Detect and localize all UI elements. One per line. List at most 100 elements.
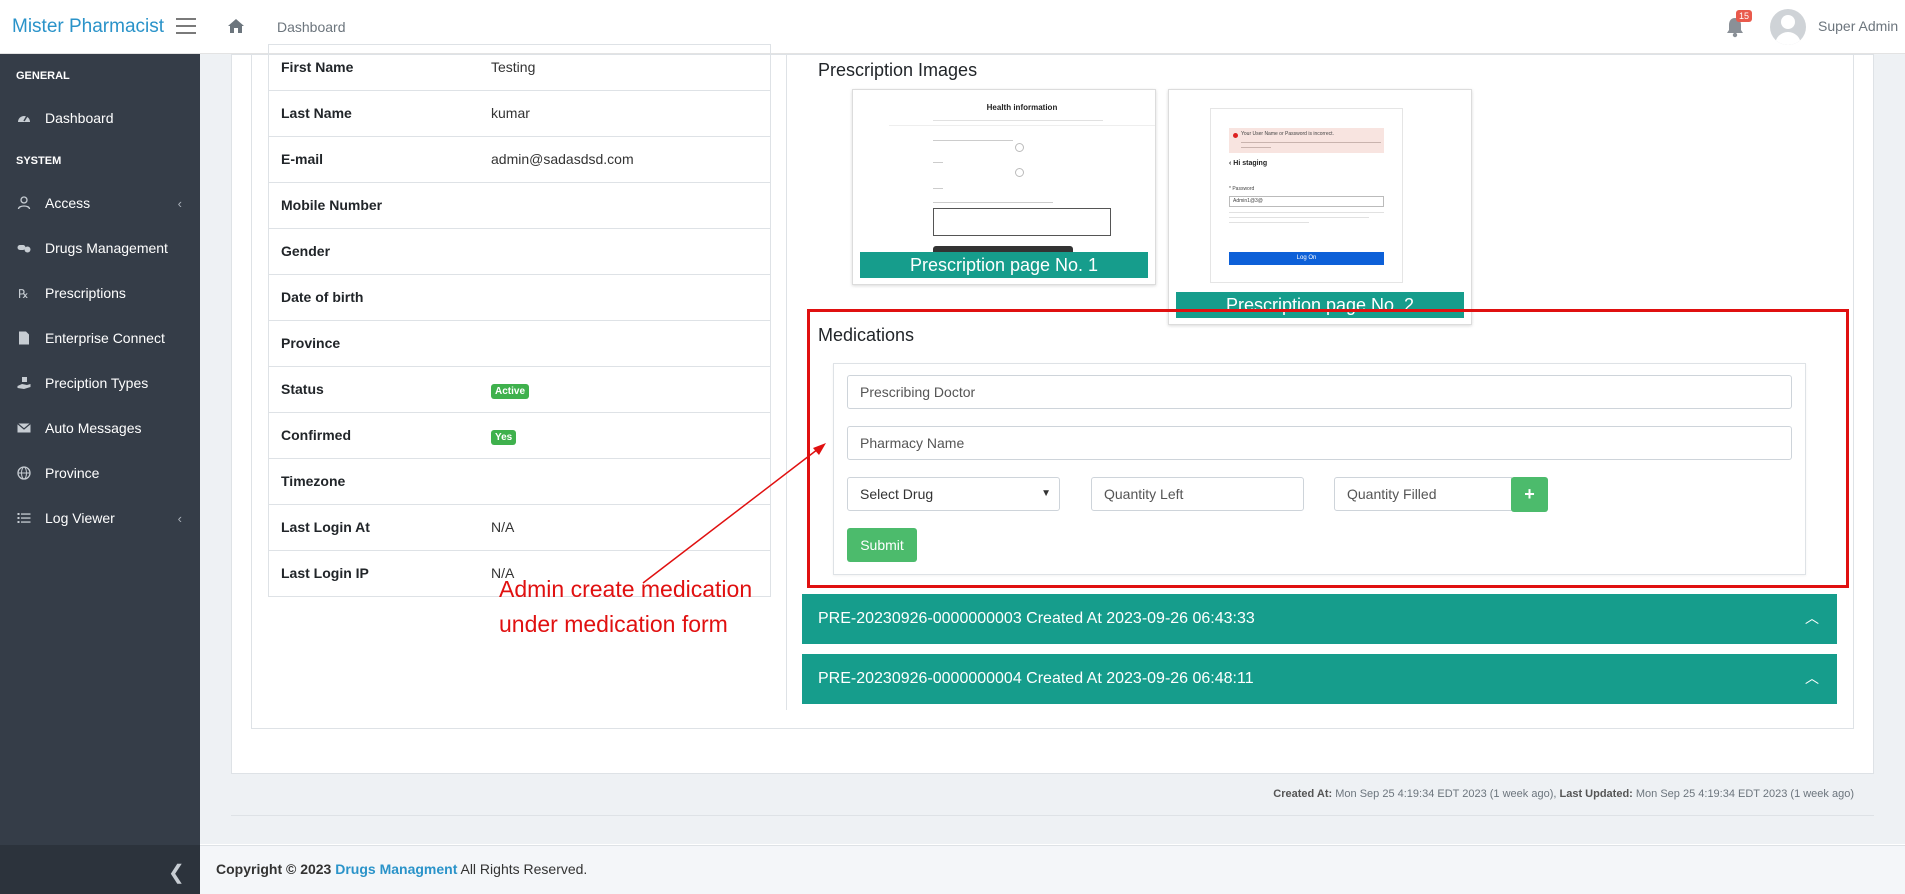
chevron-down-icon: ▼ bbox=[1041, 488, 1051, 499]
user-name[interactable]: Super Admin bbox=[1818, 18, 1898, 34]
quantity-left-input[interactable]: Quantity Left bbox=[1091, 477, 1304, 511]
row-value: N/A bbox=[491, 519, 515, 535]
submit-button[interactable]: Submit bbox=[847, 528, 917, 562]
row-value: admin@sadasdsd.com bbox=[491, 151, 634, 167]
globe-icon bbox=[16, 465, 32, 481]
prescription-accordion-2[interactable]: PRE-20230926-0000000004 Created At 2023-… bbox=[802, 654, 1837, 704]
sidebar-item-province[interactable]: Province bbox=[0, 453, 200, 493]
prescription-images-title: Prescription Images bbox=[818, 60, 978, 80]
thumb-password-value: Admin1@3@ bbox=[1233, 198, 1263, 204]
accordion-title: PRE-20230926-0000000003 Created At 2023-… bbox=[818, 610, 1255, 627]
table-row: Date of birth bbox=[269, 274, 770, 320]
table-row: Timezone bbox=[269, 458, 770, 504]
sidebar: GENERAL Dashboard SYSTEM Access ‹ Drugs … bbox=[0, 54, 200, 894]
brand-logo[interactable]: Mister Pharmacist bbox=[12, 16, 164, 38]
record-timestamps: Created At: Mon Sep 25 4:19:34 EDT 2023 … bbox=[1273, 788, 1854, 800]
copyright-label: Copyright © 2023 bbox=[216, 861, 332, 877]
sidebar-heading-system: SYSTEM bbox=[16, 155, 62, 167]
add-drug-button[interactable]: + bbox=[1511, 477, 1548, 512]
sidebar-item-log-viewer[interactable]: Log Viewer ‹ bbox=[0, 498, 200, 538]
thumb-login-title: ‹ Hi staging bbox=[1229, 160, 1268, 167]
sidebar-item-drugs-management[interactable]: Drugs Management bbox=[0, 228, 200, 268]
medications-title: Medications bbox=[818, 325, 915, 345]
sidebar-item-enterprise-connect[interactable]: Enterprise Connect bbox=[0, 318, 200, 358]
record-meta-bar: Created At: Mon Sep 25 4:19:34 EDT 2023 … bbox=[231, 773, 1874, 815]
table-row: Last Name kumar bbox=[269, 90, 770, 136]
chevron-left-icon: ‹ bbox=[177, 195, 182, 211]
table-row: Gender bbox=[269, 228, 770, 274]
notification-badge: 15 bbox=[1736, 10, 1753, 22]
created-value: Mon Sep 25 4:19:34 EDT 2023 (1 week ago)… bbox=[1335, 788, 1557, 800]
table-row: Status Active bbox=[269, 366, 770, 412]
accordion-title: PRE-20230926-0000000004 Created At 2023-… bbox=[818, 670, 1254, 687]
dashboard-icon bbox=[16, 110, 32, 126]
envelope-icon bbox=[16, 420, 32, 436]
thumb-heading: Health information bbox=[889, 96, 1155, 126]
sidebar-item-label: Prescriptions bbox=[45, 285, 126, 301]
row-label: Last Login IP bbox=[281, 565, 369, 581]
chevron-left-icon: ‹ bbox=[177, 510, 182, 526]
pharmacy-name-input[interactable]: Pharmacy Name bbox=[847, 426, 1792, 460]
prescribing-doctor-input[interactable]: Prescribing Doctor bbox=[847, 375, 1792, 409]
annotation-line-1: Admin create medication bbox=[499, 576, 753, 602]
quantity-filled-input[interactable]: Quantity Filled bbox=[1334, 477, 1512, 511]
prescription-image-2[interactable]: Your User Name or Password is incorrect.… bbox=[1168, 89, 1472, 325]
thumb-logon-button: Log On bbox=[1229, 252, 1384, 265]
row-label: Province bbox=[281, 335, 341, 351]
column-divider bbox=[786, 54, 787, 710]
row-label: E-mail bbox=[281, 151, 324, 167]
row-label: Mobile Number bbox=[281, 197, 383, 213]
chevron-up-icon: ︿ bbox=[1805, 670, 1819, 686]
row-value: kumar bbox=[491, 105, 530, 121]
prescription-accordion-1[interactable]: PRE-20230926-0000000003 Created At 2023-… bbox=[802, 594, 1837, 644]
sidebar-item-prescriptions[interactable]: ℞ Prescriptions bbox=[0, 273, 200, 313]
sidebar-item-label: Dashboard bbox=[45, 110, 114, 126]
avatar[interactable] bbox=[1770, 9, 1806, 45]
sidebar-item-label: Access bbox=[45, 195, 91, 211]
row-label: Confirmed bbox=[281, 427, 351, 443]
sidebar-item-label: Auto Messages bbox=[45, 420, 142, 436]
sidebar-item-preciption-types[interactable]: Preciption Types bbox=[0, 363, 200, 403]
hand-holding-icon bbox=[16, 375, 32, 391]
footer-link[interactable]: Drugs Managment bbox=[335, 861, 457, 877]
list-icon bbox=[16, 510, 32, 526]
footer-suffix: All Rights Reserved. bbox=[460, 861, 588, 877]
sidebar-item-label: Enterprise Connect bbox=[45, 330, 165, 346]
updated-label: Last Updated: bbox=[1559, 788, 1633, 800]
table-row: First Name Testing bbox=[269, 44, 770, 90]
status-badge: Active bbox=[491, 384, 530, 399]
row-value: Testing bbox=[491, 59, 536, 75]
created-label: Created At: bbox=[1273, 788, 1333, 800]
sidebar-item-label: Log Viewer bbox=[45, 510, 115, 526]
row-label: Last Login At bbox=[281, 519, 370, 535]
sidebar-item-label: Drugs Management bbox=[45, 240, 168, 256]
file-icon bbox=[16, 330, 32, 346]
sidebar-item-dashboard[interactable]: Dashboard bbox=[0, 98, 200, 138]
table-row: Confirmed Yes bbox=[269, 412, 770, 458]
table-row: Last Login At N/A bbox=[269, 504, 770, 550]
breadcrumb[interactable]: Dashboard bbox=[277, 19, 346, 35]
select-drug-value: Select Drug bbox=[860, 486, 934, 502]
chevron-up-icon: ︿ bbox=[1805, 610, 1819, 626]
copyright-text: Copyright © 2023 Drugs Managment All Rig… bbox=[216, 861, 587, 877]
sidebar-item-access[interactable]: Access ‹ bbox=[0, 183, 200, 223]
pills-icon bbox=[16, 240, 32, 256]
row-label: First Name bbox=[281, 59, 354, 75]
updated-value: Mon Sep 25 4:19:34 EDT 2023 (1 week ago) bbox=[1635, 788, 1854, 800]
table-row: E-mail admin@sadasdsd.com bbox=[269, 136, 770, 182]
annotation-line-2: under medication form bbox=[499, 611, 728, 637]
collapse-sidebar-icon[interactable]: ❮ bbox=[168, 860, 185, 885]
select-drug-dropdown[interactable]: Select Drug ▼ bbox=[847, 477, 1060, 511]
sidebar-item-label: Province bbox=[45, 465, 100, 481]
home-icon[interactable] bbox=[227, 17, 245, 35]
row-label: Last Name bbox=[281, 105, 352, 121]
page-footer: Copyright © 2023 Drugs Managment All Rig… bbox=[200, 845, 1905, 894]
row-label: Status bbox=[281, 381, 324, 397]
row-label: Gender bbox=[281, 243, 331, 259]
row-label: Date of birth bbox=[281, 289, 364, 305]
table-row: Province bbox=[269, 320, 770, 366]
user-info-table: First Name Testing Last Name kumar E-mai… bbox=[268, 44, 771, 597]
hamburger-menu-icon[interactable] bbox=[176, 18, 196, 34]
prescription-caption-1: Prescription page No. 1 bbox=[860, 252, 1148, 278]
sidebar-item-auto-messages[interactable]: Auto Messages bbox=[0, 408, 200, 448]
